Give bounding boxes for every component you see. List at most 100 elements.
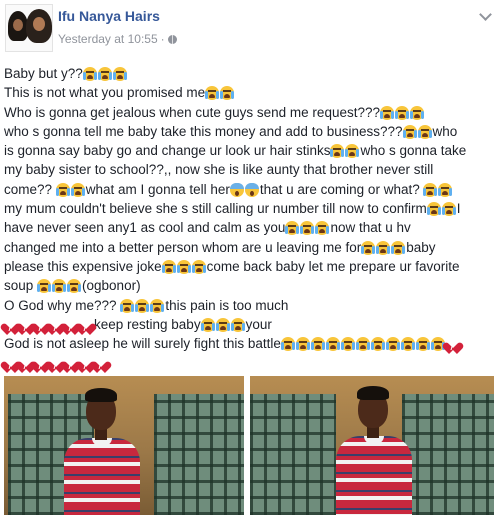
post-text-segment: God is not asleep he will surely fight t… (4, 336, 281, 352)
post-line: have never seen any1 as cool and calm as… (4, 218, 494, 237)
post-text-segment: keep resting baby (94, 316, 201, 332)
post-line: O God why me??? this pain is too much (4, 296, 494, 315)
post-text-segment: my baby sister to school??,, now she is … (4, 162, 434, 178)
loudly-crying-face-icon (205, 86, 220, 101)
broken-heart-icon (446, 338, 460, 351)
loudly-crying-face-icon (67, 279, 82, 294)
post-body: Baby but y?? This is not what you promise… (4, 64, 494, 373)
post-line: keep resting baby your (4, 315, 494, 334)
loudly-crying-face-icon (191, 259, 206, 274)
loudly-crying-face-icon (395, 105, 409, 120)
window-grille (154, 394, 244, 515)
loudly-crying-face-icon (220, 86, 235, 101)
person-figure (64, 378, 140, 515)
loudly-crying-face-icon (438, 182, 453, 197)
loudly-crying-face-icon (300, 221, 315, 236)
post-line: please this expensive joke come back baby… (4, 257, 494, 276)
page-avatar[interactable] (5, 4, 53, 52)
loudly-crying-face-icon (120, 298, 135, 313)
loudly-crying-face-icon (55, 182, 70, 197)
person-hair (357, 386, 389, 400)
avatar-face-left (13, 19, 23, 31)
post-line: my mum couldn't believe she s still call… (4, 199, 494, 218)
loudly-crying-face-icon (70, 182, 85, 197)
loudly-crying-face-icon (161, 259, 176, 274)
post-line: God is not asleep he will surely fight t… (4, 334, 494, 353)
post-line (4, 353, 494, 372)
post-meta: Yesterday at 10:55 · (58, 32, 177, 46)
loudly-crying-face-icon (37, 279, 52, 294)
loudly-crying-face-icon (402, 124, 417, 139)
loudly-crying-face-icon (310, 337, 325, 352)
loudly-crying-face-icon (415, 337, 430, 352)
post-text-segment: Baby but y?? (4, 66, 83, 81)
post-line: soup (ogbonor) (4, 276, 494, 295)
post-line: who s gonna tell me baby take this money… (4, 122, 494, 141)
loudly-crying-face-icon (176, 259, 191, 274)
loudly-crying-face-icon (345, 144, 360, 159)
post-text-segment: that u are coming or what? (259, 181, 424, 197)
post-line: Who is gonna get jealous when cute guys … (4, 103, 494, 122)
loudly-crying-face-icon (423, 182, 438, 197)
loudly-crying-face-icon (417, 124, 432, 139)
loudly-crying-face-icon (82, 67, 97, 81)
loudly-crying-face-icon (97, 67, 112, 81)
loudly-crying-face-icon (285, 221, 300, 236)
avatar-face-right (33, 17, 45, 31)
striped-shirt (64, 438, 140, 515)
loudly-crying-face-icon (315, 221, 330, 236)
loudly-crying-face-icon (325, 337, 340, 352)
post-text-segment: O God why me??? (4, 297, 121, 313)
window-grille (402, 394, 494, 515)
post-text-segment: who s gonna take (360, 143, 467, 159)
loudly-crying-face-icon (376, 240, 391, 255)
post-text-segment: come?? (4, 181, 56, 197)
person-hair (85, 388, 117, 402)
loudly-crying-face-icon (330, 144, 345, 159)
post-text-segment: my mum couldn't believe she s still call… (4, 201, 427, 217)
loudly-crying-face-icon (370, 337, 385, 352)
loudly-crying-face-icon (280, 337, 295, 352)
post-text-segment: (ogbonor) (82, 278, 141, 294)
broken-heart-icon (79, 319, 93, 332)
loudly-crying-face-icon (400, 337, 415, 352)
window-grille (250, 394, 336, 515)
post-text-segment: changed me into a better person whom are… (4, 239, 362, 255)
page-name-link[interactable]: Ifu Nanya Hairs (58, 8, 160, 24)
post-line: Baby but y?? (4, 64, 494, 83)
loudly-crying-face-icon (380, 105, 394, 120)
loudly-crying-face-icon (340, 337, 355, 352)
loudly-crying-face-icon (200, 317, 215, 332)
post-line: changed me into a better person whom are… (4, 238, 494, 257)
loudly-crying-face-icon (385, 337, 400, 352)
post-header: Ifu Nanya Hairs Yesterday at 10:55 · (0, 0, 498, 58)
loudly-crying-face-icon (426, 202, 441, 217)
photo-left[interactable] (4, 376, 244, 515)
loudly-crying-face-icon (135, 298, 150, 313)
post-text-segment: who (432, 123, 458, 139)
loudly-crying-face-icon (355, 337, 370, 352)
loudly-crying-face-icon (391, 240, 406, 255)
post-timestamp[interactable]: Yesterday at 10:55 (58, 32, 158, 46)
loudly-crying-face-icon (410, 105, 424, 120)
post-text-segment: please this expensive joke (4, 258, 162, 274)
photo-grid (0, 376, 498, 515)
post-text-segment: this pain is too much (165, 297, 289, 313)
loudly-crying-face-icon (361, 240, 376, 255)
loudly-crying-face-icon (215, 317, 230, 332)
post-text-segment: is gonna say baby go and change ur look … (4, 143, 331, 159)
post-text-segment: now that u hv (330, 220, 411, 236)
post-text-segment: what am I gonna tell her (85, 181, 230, 197)
photo-right[interactable] (250, 376, 494, 515)
post-text-segment: your (245, 316, 272, 332)
meta-separator: · (160, 32, 165, 46)
screaming-face-icon (244, 182, 259, 197)
globe-icon (167, 35, 177, 44)
broken-heart-icon (94, 357, 108, 370)
post-text-segment: baby (406, 239, 436, 255)
loudly-crying-face-icon (230, 317, 245, 332)
loudly-crying-face-icon (295, 337, 310, 352)
post-text-segment: soup (4, 278, 38, 294)
loudly-crying-face-icon (112, 67, 127, 81)
chevron-down-icon[interactable] (479, 8, 492, 21)
